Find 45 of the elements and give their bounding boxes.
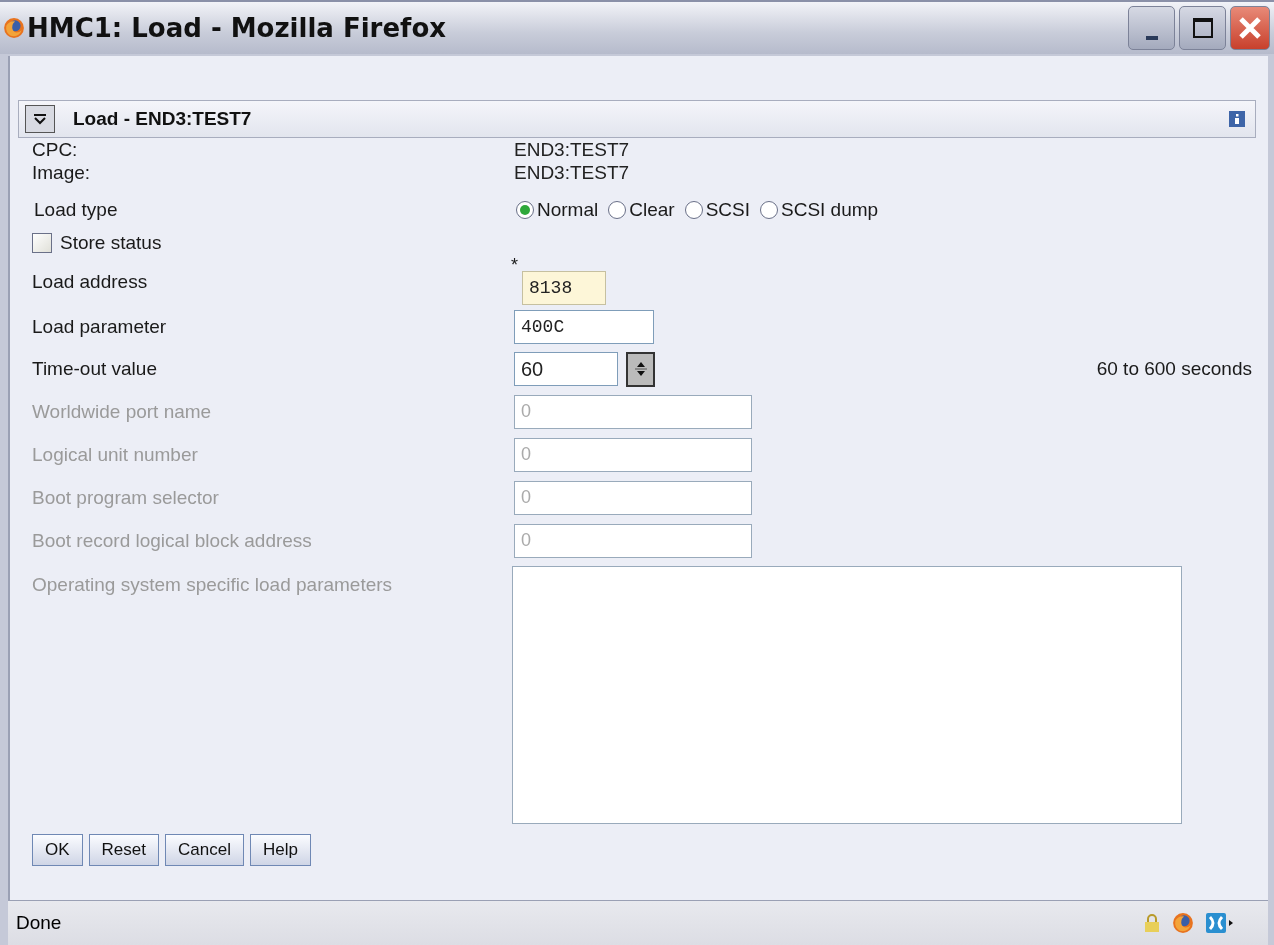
info-button[interactable] <box>1229 111 1245 127</box>
browser-logo-icon <box>3 17 25 39</box>
dialog-button[interactable]: OK <box>32 834 83 866</box>
field-label: Time-out value <box>32 358 158 380</box>
maximize-icon <box>1191 17 1214 39</box>
field-label: Load address <box>32 271 149 293</box>
caret-icon <box>33 113 47 125</box>
field-label: Load parameter <box>32 316 168 338</box>
close-button[interactable] <box>1230 6 1270 50</box>
padlock-icon <box>1144 913 1160 933</box>
radio-option[interactable]: Clear <box>608 199 675 221</box>
collapse-button[interactable] <box>25 105 55 133</box>
panel-title: Load - END3:TEST7 <box>73 108 253 130</box>
status-text: Done <box>16 912 63 934</box>
range-hint: 60 to 600 seconds <box>1096 358 1253 380</box>
required-mark: * <box>511 255 518 276</box>
dialog-button[interactable]: Reset <box>88 834 159 866</box>
minimize-button[interactable] <box>1128 6 1175 50</box>
radio-option[interactable]: SCSI <box>684 199 750 221</box>
minimize-icon <box>1144 35 1159 41</box>
info-icon <box>1229 111 1245 127</box>
browser-logo-icon[interactable] <box>1172 912 1194 934</box>
radio-option[interactable]: SCSI dump <box>760 199 879 221</box>
field-value: END3:TEST7 <box>514 138 630 161</box>
field-label: Boot record logical block address <box>32 529 313 552</box>
spinner-button[interactable] <box>626 351 655 387</box>
field-label: Worldwide port name <box>32 400 213 423</box>
timeout-field[interactable]: 60 <box>514 352 618 386</box>
addon-icon[interactable] <box>1206 912 1234 934</box>
dialog-button[interactable]: Cancel <box>165 834 244 866</box>
load-address-field[interactable]: 8138 <box>522 271 606 305</box>
field-label: Boot program selector <box>32 486 220 509</box>
field-label: Operating system specific load parameters <box>32 573 394 596</box>
dialog-button[interactable]: Help <box>249 834 311 866</box>
store-status-checkbox[interactable]: Store status <box>32 232 162 254</box>
load-parameter-field[interactable]: 400C <box>514 310 654 344</box>
field-label: CPC: <box>32 138 79 161</box>
field-label: Logical unit number <box>32 443 199 466</box>
field-label: Image: <box>32 161 92 184</box>
field-value: END3:TEST7 <box>514 161 630 184</box>
radio-option[interactable]: Normal <box>516 199 599 221</box>
close-icon <box>1237 15 1263 41</box>
window-title: HMC1: Load - Mozilla Firefox <box>27 13 447 43</box>
field-label: Load type <box>33 199 119 221</box>
maximize-button[interactable] <box>1179 6 1226 50</box>
